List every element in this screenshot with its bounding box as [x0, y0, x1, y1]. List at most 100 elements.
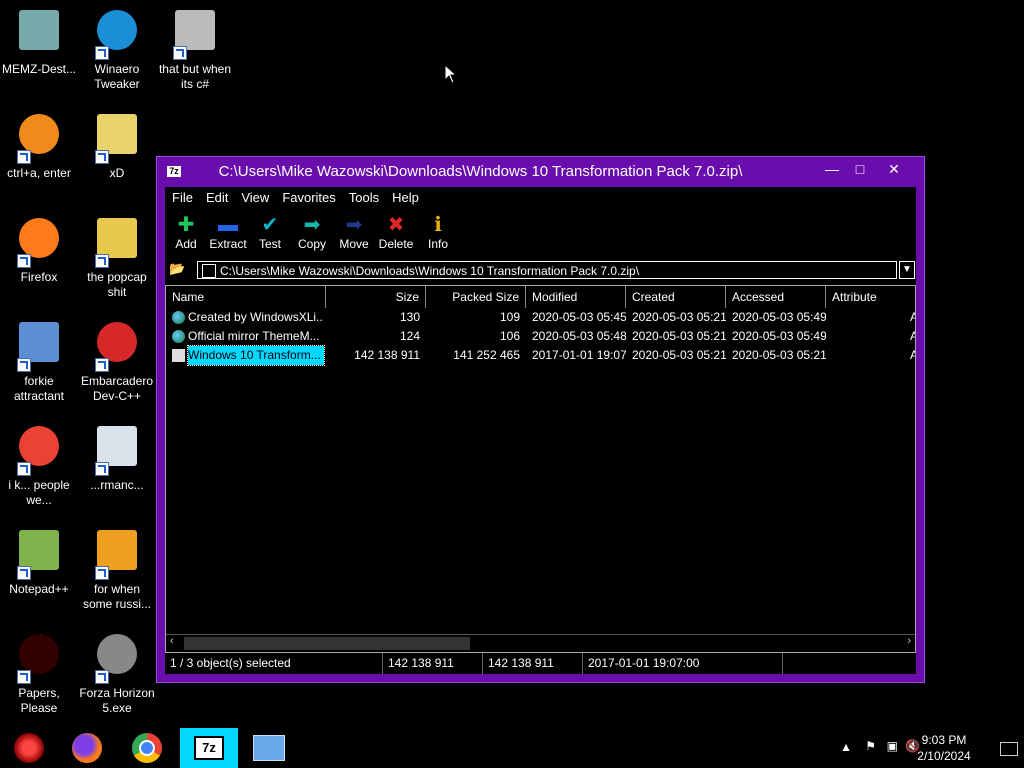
cell-name: Official mirror ThemeM... — [188, 329, 320, 343]
desktop-icon-folder[interactable]: the popcap shit — [78, 214, 156, 300]
close-button[interactable]: ✕ — [879, 157, 909, 181]
desktop-icon-de[interactable]: for when some russi... — [78, 526, 156, 612]
desktop-icon-notepadpp[interactable]: Notepad++ — [0, 526, 78, 597]
desktop-icon-label: Winaero Tweaker — [94, 62, 140, 91]
column-header-size[interactable]: Size — [326, 286, 426, 308]
toolbar-label: Add — [175, 237, 197, 251]
column-header-attribute[interactable]: Attribute — [826, 286, 915, 308]
title-bar[interactable]: 7z C:\Users\Mike Wazowski\Downloads\Wind… — [157, 157, 924, 187]
desktop-icon-firefox[interactable]: Firefox — [0, 214, 78, 285]
taskbar-memz-icon[interactable] — [0, 728, 58, 768]
cell-created: 2020-05-03 05:21 — [632, 310, 726, 324]
cell-name: Windows 10 Transform... — [187, 345, 325, 366]
shortcut-arrow-icon — [17, 150, 31, 164]
toolbar-label: Move — [339, 237, 369, 251]
desktop-icon-devcpp[interactable]: Embarcadero Dev-C++ — [78, 318, 156, 404]
file-list[interactable]: Name Size Packed Size Modified Created Access… — [165, 285, 916, 653]
desktop-icon-label: ...rmanc... — [90, 478, 144, 492]
desktop-icon-computer-settings[interactable]: forkie attractant — [0, 318, 78, 404]
desktop-icon-papers-please[interactable]: Papers, Please — [0, 630, 78, 716]
address-dropdown-button[interactable]: ▼ — [899, 261, 915, 279]
column-header-name[interactable]: Name — [166, 286, 326, 308]
horizontal-scrollbar[interactable]: ‹ › — [166, 634, 915, 652]
column-header-modified[interactable]: Modified — [526, 286, 626, 308]
menu-edit[interactable]: Edit — [199, 187, 234, 205]
minimize-button[interactable]: — — [817, 157, 847, 181]
menu-favorites[interactable]: Favorites — [275, 187, 341, 205]
url-globe-icon — [172, 330, 185, 343]
shortcut-arrow-icon — [95, 46, 109, 60]
shortcut-arrow-icon — [17, 358, 31, 372]
plus-icon: ✚ — [177, 214, 195, 236]
flag-icon[interactable]: ⚑ — [865, 739, 876, 753]
delete-x-icon: ✖ — [387, 214, 405, 236]
toolbar-label: Info — [427, 237, 448, 251]
desktop-icon-label: Embarcadero Dev-C++ — [80, 374, 154, 403]
notifications-icon[interactable] — [1000, 742, 1018, 756]
cell-size: 124 — [399, 329, 420, 343]
desktop-icon-label: MEMZ-Dest... — [2, 62, 76, 76]
desktop-icon-stacked-windows[interactable]: that but when its c# — [156, 6, 234, 92]
taskbar-control-panel-icon[interactable] — [240, 728, 298, 768]
window-title: C:\Users\Mike Wazowski\Downloads\Windows… — [218, 163, 743, 180]
network-icon[interactable]: ▣ — [887, 739, 898, 753]
status-size: 142 138 911 — [383, 653, 483, 674]
folder-up-icon[interactable]: 📂 — [169, 262, 185, 276]
menu-view[interactable]: View — [234, 187, 275, 205]
mouse-cursor-icon — [444, 64, 456, 84]
shortcut-arrow-icon — [95, 566, 109, 580]
taskbar-chrome-icon[interactable] — [118, 728, 176, 768]
desktop-icon-label: Forza Horizon 5.exe — [79, 686, 155, 715]
status-bar: 1 / 3 object(s) selected 142 138 911 142… — [165, 653, 916, 674]
column-header-accessed[interactable]: Accessed — [726, 286, 826, 308]
menu-tools[interactable]: Tools — [342, 187, 385, 205]
taskbar: 7z ▲ ⚑ ▣ 🔇 9:03 PM 2/10/2024 — [0, 728, 1024, 768]
column-header-packed-size[interactable]: Packed Size — [426, 286, 526, 308]
info-button[interactable]: ℹ Info — [417, 213, 459, 251]
folder-icon — [93, 218, 141, 268]
hxd-icon — [93, 114, 141, 164]
desktop-icon-chrome[interactable]: i k... people we... — [0, 422, 78, 508]
desktop-icon-label: Papers, Please — [18, 686, 60, 715]
menu-help[interactable]: Help — [385, 187, 425, 205]
show-hidden-icons-icon[interactable]: ▲ — [840, 740, 852, 754]
menu-file[interactable]: File — [165, 187, 199, 205]
test-button[interactable]: ✔ Test — [249, 213, 291, 251]
copy-button[interactable]: ➡ Copy — [291, 213, 333, 251]
add-button[interactable]: ✚ Add — [165, 213, 207, 251]
clock[interactable]: 9:03 PM 2/10/2024 — [914, 732, 974, 764]
desktop-icon-winaero[interactable]: Winaero Tweaker — [78, 6, 156, 92]
desktop-icon-performance[interactable]: ...rmanc... — [78, 422, 156, 493]
column-header-created[interactable]: Created — [626, 286, 726, 308]
minus-icon: ▬ — [218, 214, 238, 236]
clock-time: 9:03 PM — [921, 733, 967, 747]
move-button[interactable]: ➡ Move — [333, 213, 375, 251]
table-row[interactable]: Created by WindowsXLi... 130 109 2020-05-03… — [166, 308, 915, 327]
taskbar-firefox-icon[interactable] — [58, 728, 116, 768]
status-selection: 1 / 3 object(s) selected — [165, 653, 383, 674]
toolbar-label: Copy — [297, 237, 326, 251]
maximize-button[interactable]: □ — [845, 157, 875, 181]
table-row[interactable]: Windows 10 Transform... 142 138 911 141 25… — [166, 345, 915, 366]
cell-modified: 2020-05-03 05:48 — [532, 329, 626, 343]
winaero-icon — [93, 10, 141, 60]
desktop-icon-orange-ring[interactable]: ctrl+a, enter — [0, 110, 78, 181]
address-field[interactable]: C:\Users\Mike Wazowski\Downloads\Windows… — [197, 261, 897, 279]
column-header-row: Name Size Packed Size Modified Created Access… — [166, 286, 915, 308]
scroll-right-icon[interactable]: › — [907, 635, 911, 647]
desktop-icon-label: xD — [109, 166, 125, 180]
desktop-icon-label: Notepad++ — [9, 582, 69, 596]
devcpp-icon — [93, 322, 141, 372]
desktop-icon-flash[interactable]: Forza Horizon 5.exe — [78, 630, 156, 716]
table-row[interactable]: Official mirror ThemeM... 124 106 2020-05-0… — [166, 327, 915, 346]
scroll-left-icon[interactable]: ‹ — [170, 635, 174, 647]
taskbar-7zip-icon[interactable]: 7z — [180, 728, 238, 768]
desktop-icon-hxd[interactable]: xD — [78, 110, 156, 181]
shortcut-arrow-icon — [95, 358, 109, 372]
exe-file-icon — [172, 349, 185, 362]
desktop-icon-recycle-bin[interactable]: MEMZ-Dest... — [0, 6, 78, 77]
delete-button[interactable]: ✖ Delete — [375, 213, 417, 251]
shortcut-arrow-icon — [17, 462, 31, 476]
extract-button[interactable]: ▬ Extract — [207, 213, 249, 251]
scrollbar-thumb[interactable] — [184, 637, 470, 650]
